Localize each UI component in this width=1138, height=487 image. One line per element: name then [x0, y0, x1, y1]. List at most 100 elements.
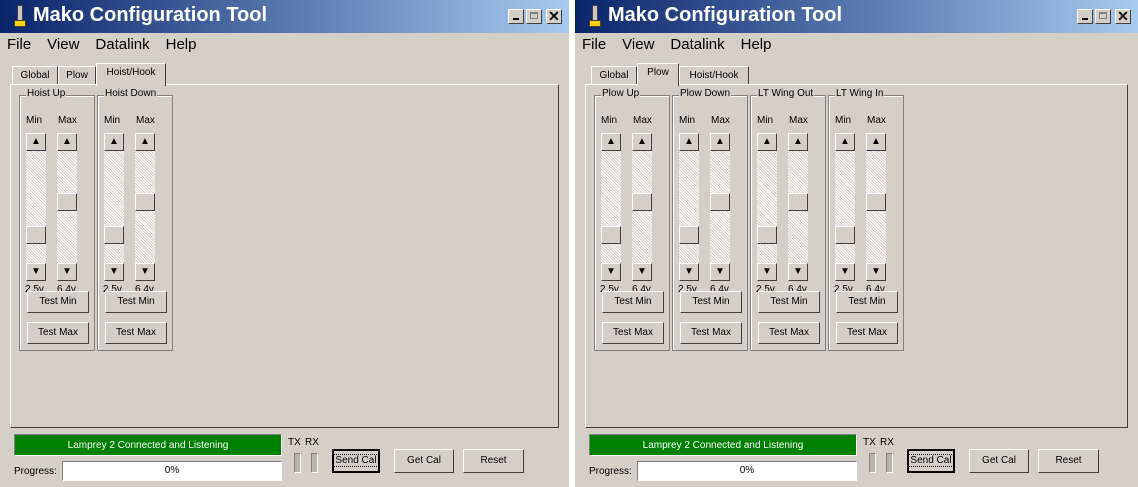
test-min-button[interactable]: Test Min [27, 291, 89, 313]
arrow-up-icon[interactable]: ▲ [679, 133, 699, 151]
slider-track[interactable] [679, 151, 699, 263]
slider-track[interactable] [104, 151, 124, 263]
arrow-down-icon[interactable]: ▼ [788, 263, 808, 281]
test-max-button[interactable]: Test Max [602, 322, 664, 344]
arrow-down-icon[interactable]: ▼ [835, 263, 855, 281]
test-min-button[interactable]: Test Min [758, 291, 820, 313]
arrow-up-icon[interactable]: ▲ [866, 133, 886, 151]
arrow-up-icon[interactable]: ▲ [135, 133, 155, 151]
test-max-button[interactable]: Test Max [758, 322, 820, 344]
arrow-down-icon[interactable]: ▼ [757, 263, 777, 281]
slider-thumb[interactable] [57, 193, 77, 211]
slider-thumb[interactable] [757, 226, 777, 244]
arrow-up-icon[interactable]: ▲ [26, 133, 46, 151]
slider-thumb[interactable] [866, 193, 886, 211]
slider-thumb[interactable] [601, 226, 621, 244]
menu-file[interactable]: File [582, 36, 606, 53]
slider-track[interactable] [835, 151, 855, 263]
arrow-up-icon[interactable]: ▲ [757, 133, 777, 151]
title-bar[interactable]: Mako Configuration Tool ✕ [575, 0, 1138, 33]
slider-thumb[interactable] [679, 226, 699, 244]
arrow-down-icon[interactable]: ▼ [710, 263, 730, 281]
get-cal-button[interactable]: Get Cal [969, 449, 1029, 473]
title-bar[interactable]: Mako Configuration Tool ✕ [0, 0, 569, 33]
test-max-button[interactable]: Test Max [105, 322, 167, 344]
slider-track[interactable] [632, 151, 652, 263]
min-slider[interactable]: ▲ ▼ [104, 133, 124, 281]
max-slider[interactable]: ▲ ▼ [710, 133, 730, 281]
tab-plow[interactable]: Plow [58, 66, 96, 85]
min-slider[interactable]: ▲ ▼ [26, 133, 46, 281]
test-max-button[interactable]: Test Max [680, 322, 742, 344]
minimize-button[interactable] [1077, 9, 1093, 24]
tab-global[interactable]: Global [591, 66, 637, 85]
tab-hoist-hook[interactable]: Hoist/Hook [96, 63, 166, 86]
slider-thumb[interactable] [104, 226, 124, 244]
arrow-up-icon[interactable]: ▲ [788, 133, 808, 151]
slider-thumb[interactable] [710, 193, 730, 211]
min-slider[interactable]: ▲ ▼ [679, 133, 699, 281]
slider-track[interactable] [57, 151, 77, 263]
slider-thumb[interactable] [632, 193, 652, 211]
maximize-button[interactable] [1095, 9, 1111, 24]
slider-track[interactable] [757, 151, 777, 263]
arrow-up-icon[interactable]: ▲ [601, 133, 621, 151]
max-slider[interactable]: ▲ ▼ [135, 133, 155, 281]
get-cal-button[interactable]: Get Cal [394, 449, 454, 473]
maximize-button[interactable] [526, 9, 542, 24]
mako-app-icon[interactable] [14, 5, 26, 27]
tab-hoist-hook[interactable]: Hoist/Hook [679, 66, 749, 85]
close-button[interactable]: ✕ [546, 8, 562, 24]
menu-view[interactable]: View [622, 36, 654, 53]
arrow-down-icon[interactable]: ▼ [601, 263, 621, 281]
max-slider[interactable]: ▲ ▼ [788, 133, 808, 281]
arrow-down-icon[interactable]: ▼ [679, 263, 699, 281]
mako-app-icon[interactable] [589, 5, 601, 27]
send-cal-button[interactable]: Send Cal [907, 449, 955, 473]
menu-help[interactable]: Help [166, 36, 197, 53]
slider-thumb[interactable] [135, 193, 155, 211]
slider-track[interactable] [710, 151, 730, 263]
close-button[interactable]: ✕ [1115, 8, 1131, 24]
arrow-down-icon[interactable]: ▼ [135, 263, 155, 281]
min-slider[interactable]: ▲ ▼ [601, 133, 621, 281]
arrow-up-icon[interactable]: ▲ [57, 133, 77, 151]
min-slider[interactable]: ▲ ▼ [835, 133, 855, 281]
menu-datalink[interactable]: Datalink [95, 36, 149, 53]
arrow-up-icon[interactable]: ▲ [835, 133, 855, 151]
tab-global[interactable]: Global [12, 66, 58, 85]
test-min-button[interactable]: Test Min [680, 291, 742, 313]
slider-track[interactable] [866, 151, 886, 263]
test-min-button[interactable]: Test Min [602, 291, 664, 313]
send-cal-button[interactable]: Send Cal [332, 449, 380, 473]
max-slider[interactable]: ▲ ▼ [57, 133, 77, 281]
arrow-down-icon[interactable]: ▼ [632, 263, 652, 281]
test-max-button[interactable]: Test Max [27, 322, 89, 344]
arrow-up-icon[interactable]: ▲ [632, 133, 652, 151]
menu-view[interactable]: View [47, 36, 79, 53]
arrow-up-icon[interactable]: ▲ [710, 133, 730, 151]
menu-help[interactable]: Help [741, 36, 772, 53]
slider-track[interactable] [788, 151, 808, 263]
minimize-button[interactable] [508, 9, 524, 24]
slider-track[interactable] [26, 151, 46, 263]
test-min-button[interactable]: Test Min [105, 291, 167, 313]
max-slider[interactable]: ▲ ▼ [866, 133, 886, 281]
slider-track[interactable] [601, 151, 621, 263]
max-slider[interactable]: ▲ ▼ [632, 133, 652, 281]
reset-button[interactable]: Reset [463, 449, 524, 473]
test-max-button[interactable]: Test Max [836, 322, 898, 344]
arrow-up-icon[interactable]: ▲ [104, 133, 124, 151]
arrow-down-icon[interactable]: ▼ [26, 263, 46, 281]
menu-datalink[interactable]: Datalink [670, 36, 724, 53]
menu-file[interactable]: File [7, 36, 31, 53]
arrow-down-icon[interactable]: ▼ [866, 263, 886, 281]
slider-track[interactable] [135, 151, 155, 263]
arrow-down-icon[interactable]: ▼ [57, 263, 77, 281]
tab-plow[interactable]: Plow [637, 63, 679, 86]
slider-thumb[interactable] [835, 226, 855, 244]
slider-thumb[interactable] [26, 226, 46, 244]
arrow-down-icon[interactable]: ▼ [104, 263, 124, 281]
reset-button[interactable]: Reset [1038, 449, 1099, 473]
min-slider[interactable]: ▲ ▼ [757, 133, 777, 281]
